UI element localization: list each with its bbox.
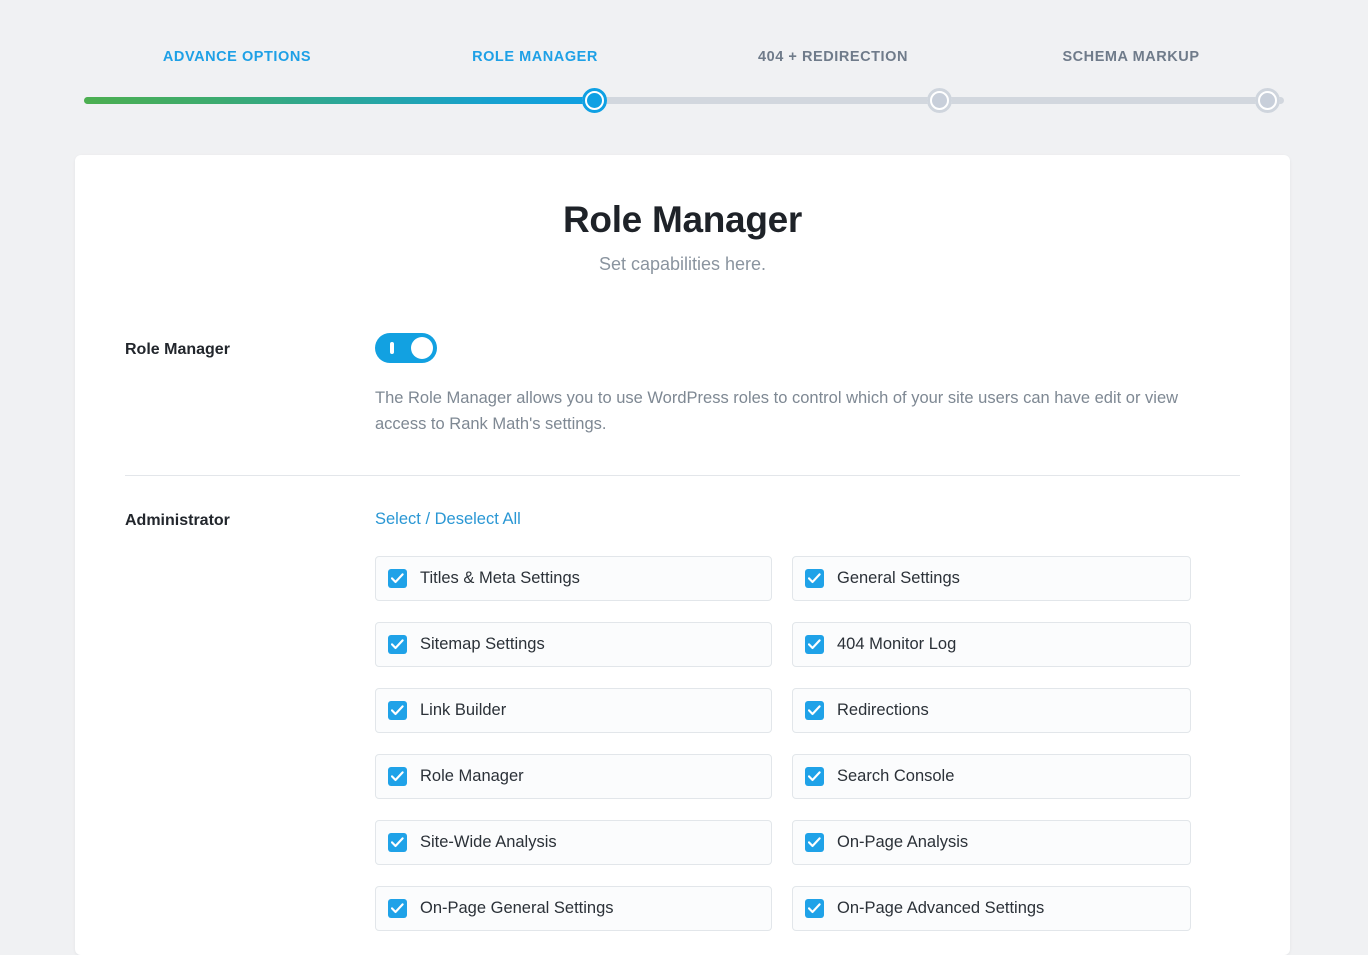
- select-deselect-all-link[interactable]: Select / Deselect All: [375, 510, 521, 529]
- capability-label: 404 Monitor Log: [837, 635, 957, 654]
- role-manager-setting-row: Role Manager The Role Manager allows you…: [75, 275, 1290, 438]
- role-manager-toggle[interactable]: [375, 332, 437, 363]
- capability-item[interactable]: Site-Wide Analysis: [375, 820, 772, 866]
- capability-item[interactable]: Sitemap Settings: [375, 622, 772, 668]
- checkbox-checked-icon[interactable]: [388, 767, 407, 787]
- wizard-dot-core-icon: [586, 93, 602, 108]
- checkbox-checked-icon[interactable]: [388, 635, 407, 655]
- checkbox-checked-icon[interactable]: [805, 635, 824, 655]
- wizard-dot-core-icon: [932, 93, 948, 108]
- capability-label: On-Page General Settings: [420, 899, 614, 918]
- capability-label: General Settings: [837, 569, 960, 588]
- checkbox-checked-icon[interactable]: [805, 899, 824, 919]
- capability-label: Sitemap Settings: [420, 635, 545, 654]
- capability-item[interactable]: Titles & Meta Settings: [375, 556, 772, 602]
- checkbox-checked-icon[interactable]: [805, 701, 824, 721]
- capability-item[interactable]: Link Builder: [375, 688, 772, 734]
- administrator-role-row: Administrator Select / Deselect All Titl…: [75, 476, 1290, 932]
- administrator-label: Administrator: [125, 512, 230, 530]
- capability-label: Site-Wide Analysis: [420, 833, 557, 852]
- page-title: Role Manager: [562, 199, 802, 240]
- wizard-step-label-advance-options[interactable]: ADVANCE OPTIONS: [88, 44, 386, 70]
- capability-item[interactable]: General Settings: [792, 556, 1191, 602]
- capability-label: On-Page Advanced Settings: [837, 899, 1045, 918]
- wizard-step-label-404-redirection[interactable]: 404 + REDIRECTION: [684, 44, 982, 70]
- wizard-dot-core-icon: [1259, 93, 1275, 108]
- wizard-step-labels: ADVANCE OPTIONS ROLE MANAGER 404 + REDIR…: [88, 44, 1280, 70]
- checkbox-checked-icon[interactable]: [388, 899, 407, 919]
- capability-label: On-Page Analysis: [837, 833, 969, 852]
- checkbox-checked-icon[interactable]: [388, 833, 407, 853]
- setup-wizard-progress: ADVANCE OPTIONS ROLE MANAGER 404 + REDIR…: [0, 0, 1368, 130]
- administrator-body: Select / Deselect All Titles & Meta Sett…: [375, 510, 1240, 932]
- toggle-on-bar-icon: [390, 341, 394, 354]
- checkbox-checked-icon[interactable]: [805, 833, 824, 853]
- capability-item[interactable]: On-Page Analysis: [792, 820, 1191, 866]
- capability-label: Titles & Meta Settings: [420, 569, 580, 588]
- checkbox-checked-icon[interactable]: [805, 569, 824, 589]
- capability-item[interactable]: Redirections: [792, 688, 1191, 734]
- wizard-step-dot-role-manager[interactable]: [581, 88, 607, 113]
- wizard-progress-track-wrapper: [84, 86, 1284, 116]
- capability-item[interactable]: On-Page General Settings: [375, 886, 772, 932]
- checkbox-checked-icon[interactable]: [805, 767, 824, 787]
- wizard-step-dot-schema-markup[interactable]: [1254, 88, 1280, 113]
- checkbox-checked-icon[interactable]: [388, 569, 407, 589]
- capability-item[interactable]: Role Manager: [375, 754, 772, 800]
- wizard-step-dots: [84, 86, 1284, 116]
- capability-label: Search Console: [837, 767, 955, 786]
- page-subtitle: Set capabilities here.: [598, 253, 767, 274]
- toggle-knob: [411, 336, 433, 359]
- role-manager-card: Role Manager Set capabilities here. Role…: [75, 155, 1290, 955]
- capability-item[interactable]: 404 Monitor Log: [792, 622, 1191, 668]
- capability-label: Link Builder: [420, 701, 507, 720]
- capability-item[interactable]: Search Console: [792, 754, 1191, 800]
- role-manager-description: The Role Manager allows you to use WordP…: [375, 388, 1179, 433]
- wizard-step-dot-404-redirection[interactable]: [927, 88, 953, 113]
- role-manager-setting-label: Role Manager: [125, 340, 230, 358]
- role-manager-setting-body: The Role Manager allows you to use WordP…: [375, 332, 1240, 438]
- card-header: Role Manager Set capabilities here.: [75, 155, 1290, 275]
- checkbox-checked-icon[interactable]: [388, 701, 407, 721]
- capability-item[interactable]: On-Page Advanced Settings: [792, 886, 1191, 932]
- capability-label: Role Manager: [420, 767, 524, 786]
- capability-label: Redirections: [837, 701, 929, 720]
- wizard-step-label-role-manager[interactable]: ROLE MANAGER: [386, 44, 684, 70]
- capabilities-grid: Titles & Meta Settings General Settings Si…: [375, 556, 1240, 932]
- wizard-step-label-schema-markup[interactable]: SCHEMA MARKUP: [982, 44, 1280, 70]
